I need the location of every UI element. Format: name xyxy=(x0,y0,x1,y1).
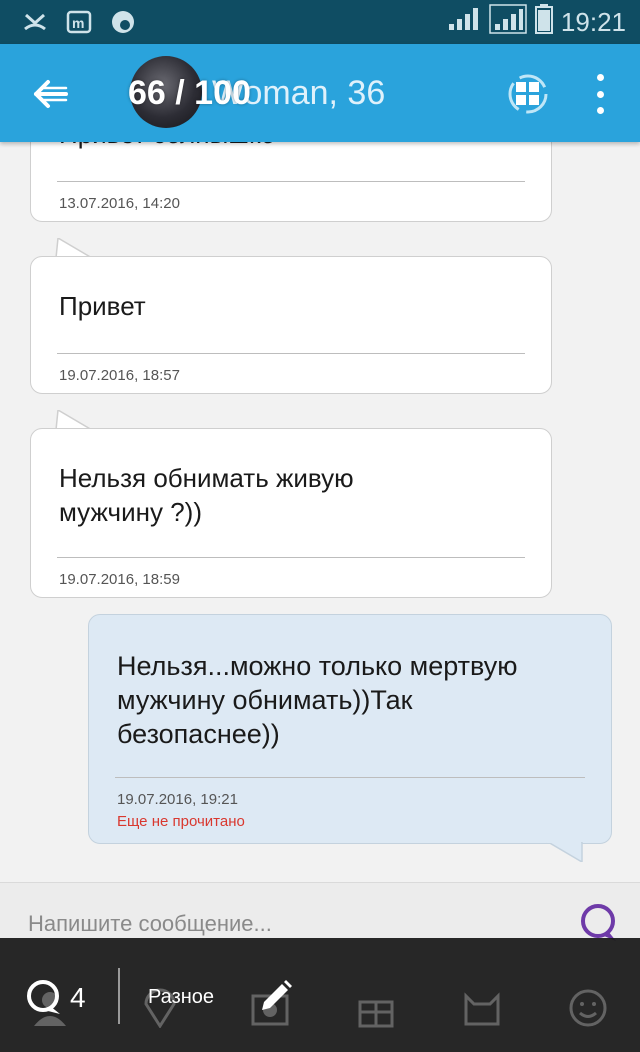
message-incoming[interactable]: Привет солнышко 13.07.2016, 14:20 xyxy=(30,142,552,222)
send-button[interactable] xyxy=(578,903,618,943)
clock: 19:21 xyxy=(560,6,626,37)
cat-icon xyxy=(464,992,500,1026)
message-outgoing[interactable]: Нельзя...можно только мертвую мужчину об… xyxy=(88,614,612,844)
smiley-icon xyxy=(569,989,607,1027)
divider xyxy=(57,181,525,182)
pencil-icon xyxy=(262,980,292,1010)
category-label[interactable]: Разное xyxy=(148,986,214,1009)
notification-icon xyxy=(110,10,136,34)
message-timestamp: 19.07.2016, 19:21 xyxy=(117,791,238,808)
message-line: Нельзя...можно только мертвую xyxy=(117,651,518,681)
message-line: мужчину ?)) xyxy=(59,497,202,527)
signal-4g-icon xyxy=(489,3,527,41)
bottom-toolbar: 4 Разное xyxy=(0,938,640,1052)
grid-refresh-icon xyxy=(508,74,548,114)
message-text: Нельзя...можно только мертвую мужчину об… xyxy=(117,649,587,751)
mail-m-icon: m xyxy=(66,10,92,34)
read-status: Еще не прочитано xyxy=(117,813,245,830)
back-button[interactable] xyxy=(30,74,70,114)
speech-bubble-icon xyxy=(581,904,616,941)
message-text: Привет xyxy=(59,291,146,321)
message-line: мужчину обнимать))Так xyxy=(117,685,413,715)
edit-button[interactable] xyxy=(258,978,294,1014)
message-timestamp: 19.07.2016, 18:59 xyxy=(59,571,180,588)
bubble-tail xyxy=(55,238,94,258)
missed-call-icon xyxy=(22,10,48,34)
grid-button[interactable] xyxy=(506,72,550,116)
comments-button[interactable] xyxy=(24,978,64,1018)
message-line: безопаснее)) xyxy=(117,719,280,749)
message-input[interactable]: Напишите сообщение... xyxy=(28,911,272,937)
divider xyxy=(57,557,525,558)
comment-icon xyxy=(27,980,60,1014)
message-text: Нельзя обнимать живую мужчину ?)) xyxy=(59,461,527,529)
signal-icon xyxy=(447,6,481,39)
progress-counter: 66 / 100 xyxy=(128,74,251,112)
more-options-icon[interactable] xyxy=(586,74,614,114)
message-timestamp: 13.07.2016, 14:20 xyxy=(59,195,180,212)
comments-count: 4 xyxy=(70,982,86,1013)
divider xyxy=(115,777,585,778)
message-text: Привет солнышко xyxy=(59,142,527,151)
message-incoming[interactable]: Нельзя обнимать живую мужчину ?)) 19.07.… xyxy=(30,428,552,598)
bubble-tail xyxy=(55,410,94,430)
divider xyxy=(118,968,120,1024)
bubble-tail xyxy=(546,842,583,862)
status-bar: m 19:21 xyxy=(0,0,640,44)
back-arrow-icon xyxy=(34,80,68,108)
divider xyxy=(57,353,525,354)
message-incoming[interactable]: Привет 19.07.2016, 18:57 xyxy=(30,256,552,394)
message-line: Нельзя обнимать живую xyxy=(59,463,354,493)
message-timestamp: 19.07.2016, 18:57 xyxy=(59,367,180,384)
battery-icon xyxy=(534,3,553,41)
svg-text:m: m xyxy=(72,15,84,31)
gift-icon xyxy=(358,1000,394,1028)
message-list[interactable]: Привет солнышко 13.07.2016, 14:20 Привет… xyxy=(0,142,640,882)
app-bar: Woman, 36 66 / 100 xyxy=(0,44,640,142)
